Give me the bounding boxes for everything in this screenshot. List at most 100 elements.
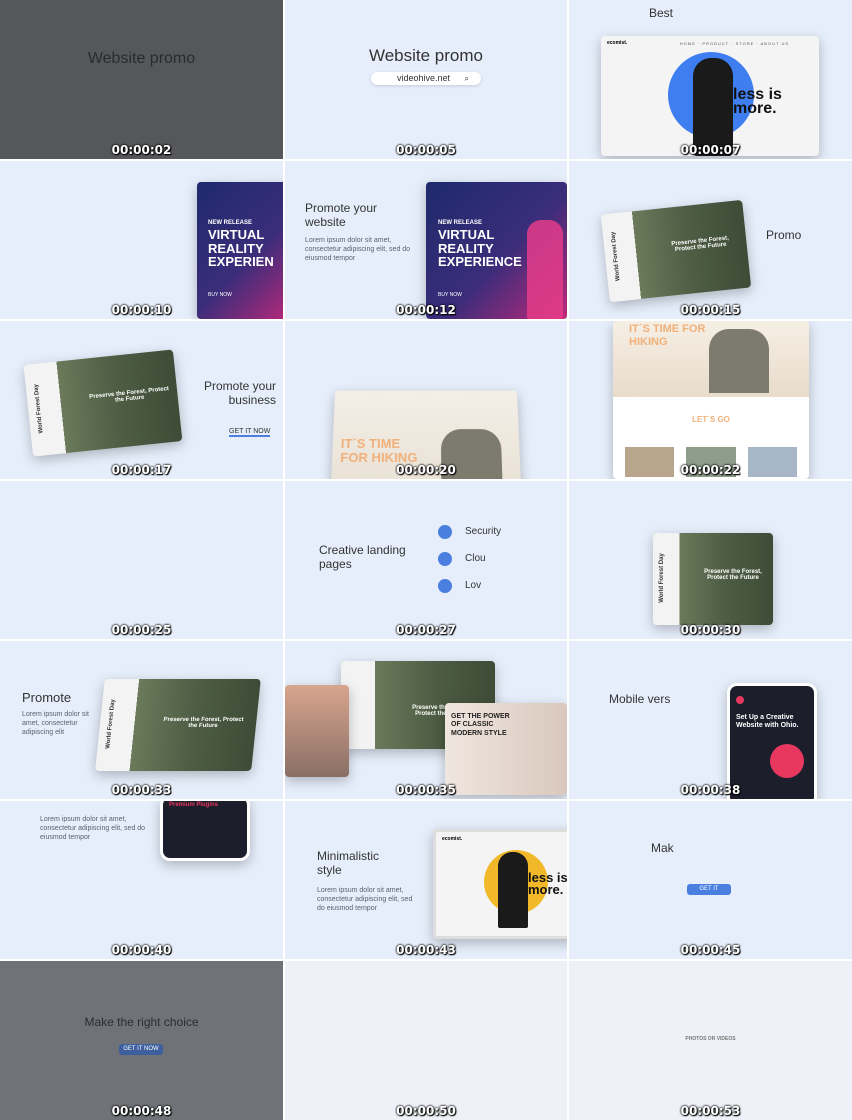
vr-banner: NEW RELEASE VIRTUAL REALITY EXPERIENCE B… <box>426 182 567 319</box>
banner-kicker: NEW RELEASE <box>208 220 253 226</box>
hiking-page: IT´S TIME FOR HIKING LET´S GO <box>613 321 809 479</box>
frame-title: Creative landing pages <box>319 543 406 572</box>
frame-14[interactable]: Preserve the Forest, Protect the Future … <box>285 641 567 799</box>
frame-1[interactable]: Website promo 00:00:02 <box>0 0 283 159</box>
card-headline: Preserve the Forest, Protect the Future <box>704 569 762 581</box>
get-it-now-button[interactable]: GET IT NOW <box>119 1044 163 1055</box>
frame-9[interactable]: IT´S TIME FOR HIKING LET´S GO 00:00:22 <box>569 321 852 479</box>
forest-card: World Forest Day Preserve the Forest, Pr… <box>600 199 752 303</box>
frame-title: Mak <box>651 841 674 855</box>
contact-sheet-grid: Website promo 00:00:02 Website promo vid… <box>0 0 852 1120</box>
logo: ecomist. <box>607 40 628 46</box>
portrait-photo <box>285 685 349 777</box>
frame-title: Promote your business <box>203 379 276 408</box>
hero-headline: less is more. <box>733 86 782 118</box>
card-title: World Forest Day <box>33 383 45 434</box>
timestamp: 00:00:07 <box>680 143 741 157</box>
timestamp: 00:00:30 <box>680 623 741 637</box>
frame-title: Make the right choice <box>84 1015 199 1029</box>
phone-graphic <box>770 744 804 778</box>
frame-11[interactable]: Creative landing pages Security Clou Lov… <box>285 481 567 639</box>
timestamp: 00:00:48 <box>111 1104 172 1118</box>
timestamp: 00:00:02 <box>111 143 172 157</box>
timestamp: 00:00:27 <box>396 623 456 637</box>
cta-link[interactable]: GET IT NOW <box>229 428 271 437</box>
frame-title: Website promo <box>368 46 483 65</box>
banner-cta[interactable]: BUY NOW <box>438 292 462 298</box>
timestamp: 00:00:40 <box>111 943 172 957</box>
frame-body: Lorem ipsum dolor sit amet, consectetur … <box>305 237 411 262</box>
portrait <box>498 852 528 928</box>
frame-15[interactable]: Mobile vers Set Up a Creative Website wi… <box>569 641 852 799</box>
timestamp: 00:00:33 <box>111 783 172 797</box>
nav-bar: HOME · PRODUCT · STORE · ABOUT US <box>679 41 789 46</box>
frame-title: Promote <box>22 690 72 705</box>
website-mockup: ecomist. HOME · PRODUCT · STORE · ABOUT … <box>601 36 819 156</box>
frame-16[interactable]: Lorem ipsum dolor sit amet, consectetur … <box>0 801 283 959</box>
card-title: World Forest Day <box>610 231 622 282</box>
timestamp: 00:00:50 <box>396 1104 456 1118</box>
hike-headline: IT´S TIME FOR HIKING <box>339 436 418 466</box>
timestamp: 00:00:20 <box>396 463 456 477</box>
url-bar[interactable]: videohive.net ⌕ <box>371 72 481 85</box>
timestamp: 00:00:10 <box>111 303 172 317</box>
frame-17[interactable]: Minimalistic style Lorem ipsum dolor sit… <box>285 801 567 959</box>
timestamp: 00:00:12 <box>396 303 456 317</box>
search-icon: ⌕ <box>464 74 469 83</box>
card-headline: Preserve the Forest, Protect the Future <box>163 717 244 729</box>
card-title: World Forest Day <box>658 553 665 603</box>
style-banner: GET THE POWER OF CLASSIC MODERN STYLE <box>445 703 567 795</box>
frame-19[interactable]: Make the right choice GET IT NOW 00:00:4… <box>0 961 283 1120</box>
frame-7[interactable]: World Forest Day Preserve the Forest, Pr… <box>0 321 283 479</box>
frame-3[interactable]: Best ecomist. HOME · PRODUCT · STORE · A… <box>569 0 852 159</box>
frame-6[interactable]: World Forest Day Preserve the Forest, Pr… <box>569 161 852 319</box>
frame-title: Mobile vers <box>609 692 671 706</box>
frame-2[interactable]: Website promo videohive.net ⌕ 00:00:05 <box>285 0 567 159</box>
laptop-mockup: ecomist. less is more. <box>433 829 567 939</box>
card-headline: Preserve the Forest, Protect the Future <box>671 235 730 254</box>
brand-icon <box>736 696 744 704</box>
banner-cta[interactable]: BUY NOW <box>208 292 232 298</box>
frame-20[interactable]: 00:00:50 <box>285 961 567 1120</box>
forest-card: World Forest Day Preserve the Forest, Pr… <box>95 679 261 771</box>
feature-label: Lov <box>465 580 482 591</box>
phone-headline: Premium Plugins <box>169 802 219 808</box>
frame-12[interactable]: World Forest Day Preserve the Forest, Pr… <box>569 481 852 639</box>
side-text: Promo <box>766 228 802 242</box>
banner-kicker: NEW RELEASE <box>438 220 483 226</box>
card-headline: Preserve the Forest, Protect the Future <box>88 386 170 404</box>
frame-21[interactable]: PHOTOS OR VIDEOS 00:00:53 <box>569 961 852 1120</box>
section-heading: LET´S GO <box>692 415 730 424</box>
frame-title: Minimalistic style <box>317 849 380 878</box>
hike-headline: IT´S TIME FOR HIKING <box>629 323 706 348</box>
cloud-icon <box>438 552 452 566</box>
shield-icon <box>438 525 452 539</box>
frame-body: Lorem ipsum dolor sit amet, consectetur … <box>22 711 89 736</box>
frame-body: Lorem ipsum dolor sit amet, consectetur … <box>40 816 146 841</box>
timestamp: 00:00:45 <box>680 943 741 957</box>
timestamp: 00:00:17 <box>111 463 172 477</box>
vr-banner: NEW RELEASE VIRTUAL REALITY EXPERIEN BUY… <box>197 182 283 319</box>
hero-headline: less is more. <box>528 870 567 897</box>
timestamp: 00:00:15 <box>680 303 741 317</box>
frame-body: Lorem ipsum dolor sit amet, consectetur … <box>317 887 413 912</box>
frame-10[interactable]: 00:00:25 <box>0 481 283 639</box>
frame-5[interactable]: Promote your website Lorem ipsum dolor s… <box>285 161 567 319</box>
get-it-button[interactable]: GET IT <box>687 884 731 895</box>
timestamp: 00:00:35 <box>396 783 456 797</box>
frame-13[interactable]: Promote Lorem ipsum dolor sit amet, cons… <box>0 641 283 799</box>
timestamp: 00:00:38 <box>680 783 741 797</box>
frame-8[interactable]: IT´S TIME FOR HIKING 00:00:20 <box>285 321 567 479</box>
style-headline: GET THE POWER OF CLASSIC MODERN STYLE <box>451 713 510 737</box>
heart-icon <box>438 579 452 593</box>
banner-headline: VIRTUAL REALITY EXPERIEN <box>208 227 274 270</box>
timestamp: 00:00:22 <box>680 463 741 477</box>
frame-title: Promote your website <box>305 201 378 230</box>
frame-4[interactable]: NEW RELEASE VIRTUAL REALITY EXPERIEN BUY… <box>0 161 283 319</box>
phone-mockup: Set Up a Creative Website with Ohio. <box>727 683 817 799</box>
frame-18[interactable]: Mak GET IT 00:00:45 <box>569 801 852 959</box>
feature-label: Clou <box>465 553 486 564</box>
hiker-image <box>709 329 769 393</box>
frame-title: Website promo <box>87 50 196 67</box>
timestamp: 00:00:25 <box>111 623 172 637</box>
